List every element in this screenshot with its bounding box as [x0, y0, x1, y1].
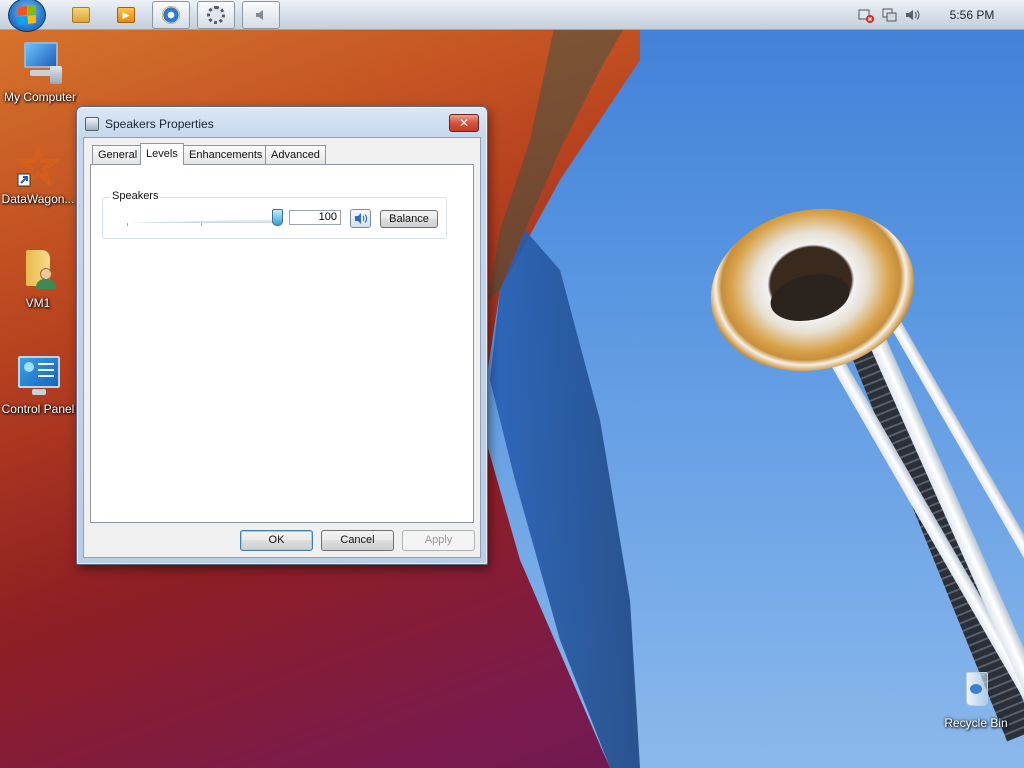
- slider-tick: [201, 223, 202, 226]
- network-icon[interactable]: [881, 7, 897, 23]
- volume-level-input[interactable]: 100: [289, 210, 341, 225]
- system-tray: 5:56 PM: [851, 0, 1024, 30]
- dialog-titlebar[interactable]: Speakers Properties ✕: [77, 107, 487, 141]
- desktop-icon-label: Recycle Bin: [944, 716, 1008, 730]
- speaker-properties-icon: [85, 117, 99, 131]
- explorer-icon: [72, 7, 90, 23]
- media-player-icon: ▶: [117, 7, 135, 23]
- volume-icon[interactable]: [904, 7, 920, 23]
- tab-advanced[interactable]: Advanced: [265, 145, 326, 164]
- user-folder-icon: [14, 246, 62, 294]
- desktop-icon-datawagon[interactable]: DataWagon...: [0, 142, 78, 206]
- cancel-button[interactable]: Cancel: [321, 530, 394, 551]
- ok-button[interactable]: OK: [240, 530, 313, 551]
- balance-button[interactable]: Balance: [380, 210, 438, 228]
- network-error-icon[interactable]: [858, 7, 874, 23]
- desktop-icon-label: DataWagon...: [1, 192, 75, 206]
- computer-icon: [16, 40, 64, 88]
- tab-levels[interactable]: Levels: [140, 143, 184, 165]
- tab-general[interactable]: General: [92, 145, 144, 164]
- desktop-icon-label: VM1: [25, 296, 51, 310]
- taskbar: ▶ 5:56 PM: [0, 0, 1024, 32]
- desktop-icon-my-computer[interactable]: My Computer: [0, 40, 80, 104]
- desktop-icon-control-panel[interactable]: Control Panel: [0, 352, 78, 416]
- control-panel-icon: [14, 352, 62, 400]
- taskbar-internet-explorer-button[interactable]: [152, 1, 190, 29]
- desktop-icon-recycle-bin[interactable]: Recycle Bin: [936, 666, 1016, 730]
- dialog-client-area: General Levels Enhancements Advanced Spe…: [83, 137, 481, 558]
- speakers-group-label: Speakers: [110, 190, 161, 202]
- start-button[interactable]: [8, 0, 46, 32]
- desktop-icon-label: My Computer: [3, 90, 77, 104]
- dialog-title: Speakers Properties: [105, 117, 214, 131]
- recycle-bin-icon: [952, 666, 1000, 714]
- apply-button[interactable]: Apply: [402, 530, 475, 551]
- taskbar-clock[interactable]: 5:56 PM: [920, 8, 1024, 22]
- windows-flag-icon: [18, 5, 36, 25]
- gear-app-icon: [207, 6, 225, 24]
- datawagon-shortcut-icon: [14, 142, 62, 190]
- taskbar-gear-app-button[interactable]: [197, 1, 235, 29]
- taskbar-speaker-app-button[interactable]: [242, 1, 280, 29]
- slider-tick: [127, 223, 128, 226]
- desktop-icon-vm1[interactable]: VM1: [0, 246, 78, 310]
- volume-slider-track[interactable]: [127, 219, 277, 223]
- speaker-icon: [354, 213, 367, 224]
- speakers-level-group: Speakers 100 Balance: [102, 190, 447, 239]
- speakers-properties-dialog: Speakers Properties ✕ General Levels Enh…: [76, 106, 488, 565]
- internet-explorer-icon: [162, 6, 180, 24]
- speaker-app-icon: [256, 10, 263, 20]
- taskbar-explorer-button[interactable]: [62, 1, 100, 29]
- mute-button[interactable]: [350, 209, 371, 228]
- volume-slider-thumb[interactable]: [271, 209, 283, 226]
- close-button[interactable]: ✕: [449, 114, 479, 132]
- tab-enhancements[interactable]: Enhancements: [183, 145, 269, 164]
- taskbar-media-player-button[interactable]: ▶: [107, 1, 145, 29]
- desktop-icon-label: Control Panel: [1, 402, 75, 416]
- levels-tab-page: Speakers 100 Balance: [90, 164, 474, 523]
